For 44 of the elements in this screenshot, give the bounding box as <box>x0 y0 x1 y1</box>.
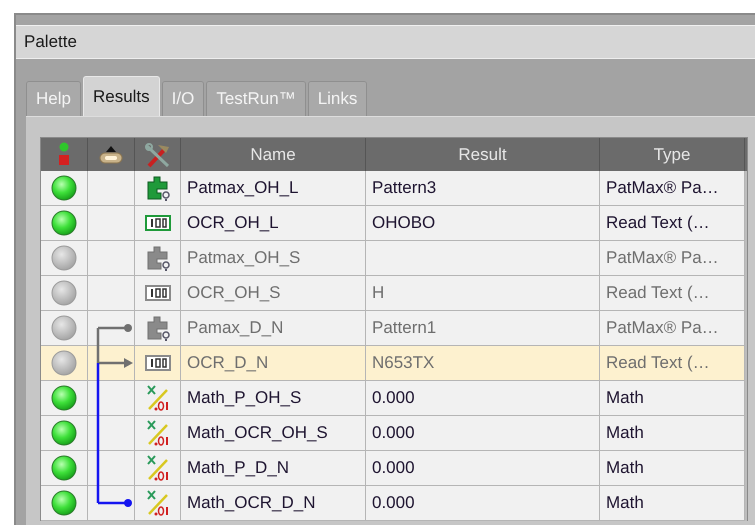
window-title: Palette <box>24 32 77 52</box>
table-row[interactable]: Patmax_OH_S PatMax® Pa… <box>41 241 747 276</box>
table-row[interactable]: OCR_D_N N653TX Read Text (… <box>41 346 747 381</box>
table-cell: 0.000 <box>366 451 600 486</box>
link-header-icon <box>97 144 125 166</box>
table-cell: PatMax® Pa… <box>600 171 745 206</box>
table-cell: OCR_OH_L <box>181 206 366 241</box>
table-row[interactable]: Math_P_OH_S 0.000 Math <box>41 381 747 416</box>
table-cell: H <box>366 276 600 311</box>
table-cell: Math <box>600 381 745 416</box>
table-cell: 0.000 <box>366 416 600 451</box>
table-cell: Math <box>600 416 745 451</box>
table-row[interactable]: Patmax_OH_L Pattern3 PatMax® Pa… <box>41 171 747 206</box>
table-cell: Math_P_D_N <box>181 451 366 486</box>
table-cell: Pattern3 <box>366 171 600 206</box>
table-cell: OCR_D_N <box>181 346 366 381</box>
table-cell: Pattern1 <box>366 311 600 346</box>
table-row[interactable]: Math_P_D_N 0.000 Math <box>41 451 747 486</box>
table-cell: Math_OCR_D_N <box>181 486 366 521</box>
table-cell: OCR_OH_S <box>181 276 366 311</box>
status-header-icon <box>57 142 71 168</box>
table-row[interactable]: Math_OCR_D_N 0.000 Math <box>41 486 747 521</box>
table-cell: PatMax® Pa… <box>600 311 745 346</box>
table-row[interactable]: OCR_OH_L OHOBO Read Text (… <box>41 206 747 241</box>
table-cell: OHOBO <box>366 206 600 241</box>
table-cell: PatMax® Pa… <box>600 241 745 276</box>
table-cell: Read Text (… <box>600 346 745 381</box>
table-cell: 0.000 <box>366 381 600 416</box>
tools-header-icon <box>144 140 172 168</box>
table-cell: Math <box>600 451 745 486</box>
table-row[interactable]: Pamax_D_N Pattern1 PatMax® Pa… <box>41 311 747 346</box>
table-cell: Read Text (… <box>600 276 745 311</box>
table-cell: Patmax_OH_S <box>181 241 366 276</box>
table-cell: 0.000 <box>366 486 600 521</box>
tab[interactable]: Results <box>82 76 160 116</box>
table-cell: Math <box>600 486 745 521</box>
table-row[interactable]: Math_OCR_OH_S 0.000 Math <box>41 416 747 451</box>
table-cell: Read Text (… <box>600 206 745 241</box>
table-cell: Math_P_OH_S <box>181 381 366 416</box>
table-cell: N653TX <box>366 346 600 381</box>
table-cell: Math_OCR_OH_S <box>181 416 366 451</box>
table-row[interactable]: OCR_OH_S H Read Text (… <box>41 276 747 311</box>
table-cell: Patmax_OH_L <box>181 171 366 206</box>
table-cell: Pamax_D_N <box>181 311 366 346</box>
